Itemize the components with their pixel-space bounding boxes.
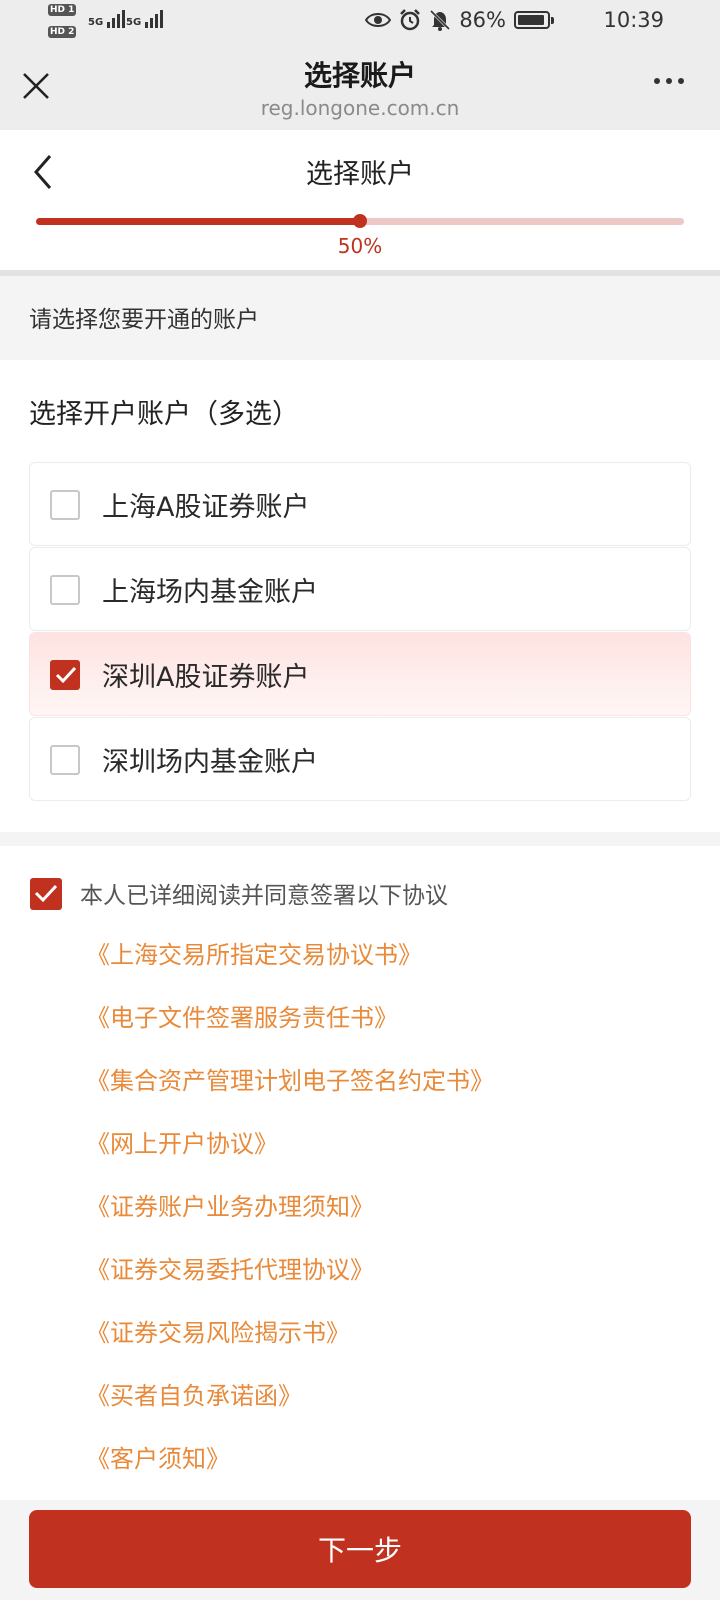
progress-bar bbox=[36, 214, 684, 228]
page-title: 选择账户 bbox=[306, 159, 414, 190]
more-dot-icon bbox=[666, 78, 672, 84]
network-2-label: 5G bbox=[126, 17, 142, 28]
battery-percent: 86% bbox=[459, 8, 506, 32]
agreement-doc-link[interactable]: 《证券交易委托代理协议》 bbox=[86, 1239, 494, 1302]
account-section: 选择开户账户（多选） 上海A股证券账户 上海场内基金账户 深圳A股证券账户 深圳… bbox=[0, 360, 720, 832]
clock: 10:39 bbox=[603, 8, 664, 32]
signal-bars-icon bbox=[144, 10, 163, 28]
status-icons: 86% bbox=[365, 8, 554, 32]
progress-fill bbox=[36, 218, 360, 225]
account-label: 深圳场内基金账户 bbox=[102, 747, 318, 778]
status-bar: HD 1 HD 2 5G 5G 86% 10:39 bbox=[0, 0, 720, 48]
account-label: 上海场内基金账户 bbox=[102, 577, 318, 608]
account-section-title: 选择开户账户（多选） bbox=[29, 399, 299, 430]
agreement-doc-link[interactable]: 《证券账户业务办理须知》 bbox=[86, 1176, 494, 1239]
account-item[interactable]: 深圳A股证券账户 bbox=[29, 632, 691, 716]
agreement-doc-link[interactable]: 《证券交易风险揭示书》 bbox=[86, 1302, 494, 1365]
browser-title: 选择账户 bbox=[303, 59, 416, 92]
agreement-doc-link[interactable]: 《买者自负承诺函》 bbox=[86, 1365, 494, 1428]
account-item[interactable]: 上海A股证券账户 bbox=[29, 462, 691, 546]
progress-indicator bbox=[353, 214, 367, 228]
alarm-icon bbox=[400, 9, 421, 31]
hint-text: 请选择您要开通的账户 bbox=[29, 307, 259, 333]
account-checkbox[interactable] bbox=[50, 660, 80, 690]
account-item[interactable]: 深圳场内基金账户 bbox=[29, 717, 691, 801]
account-list: 上海A股证券账户 上海场内基金账户 深圳A股证券账户 深圳场内基金账户 bbox=[29, 462, 691, 802]
progress-label: 50% bbox=[337, 234, 383, 258]
network-1: 5G bbox=[88, 10, 125, 28]
hint-row: 请选择您要开通的账户 bbox=[0, 276, 720, 360]
agreement-doc-list: 《上海交易所指定交易协议书》 《电子文件签署服务责任书》 《集合资产管理计划电子… bbox=[86, 924, 494, 1491]
check-icon bbox=[34, 884, 58, 903]
browser-bar: 选择账户 reg.longone.com.cn bbox=[0, 48, 720, 130]
hd2-badge: HD 2 bbox=[48, 26, 77, 38]
agreement-doc-link[interactable]: 《集合资产管理计划电子签名约定书》 bbox=[86, 1050, 494, 1113]
more-dot-icon bbox=[678, 78, 684, 84]
battery-icon bbox=[514, 11, 554, 29]
signal-bars-icon bbox=[106, 10, 125, 28]
account-item[interactable]: 上海场内基金账户 bbox=[29, 547, 691, 631]
agreement-doc-link[interactable]: 《客户须知》 bbox=[86, 1428, 494, 1491]
account-checkbox[interactable] bbox=[50, 490, 80, 520]
agreement-section: 本人已详细阅读并同意签署以下协议 《上海交易所指定交易协议书》 《电子文件签署服… bbox=[0, 846, 720, 1500]
next-step-button[interactable]: 下一步 bbox=[29, 1510, 691, 1588]
agreement-checkbox[interactable] bbox=[30, 878, 62, 910]
signal-sim1: HD 1 bbox=[48, 4, 77, 16]
account-checkbox[interactable] bbox=[50, 575, 80, 605]
network-2: 5G bbox=[126, 10, 163, 28]
more-dot-icon bbox=[654, 78, 660, 84]
signal-sim2: HD 2 bbox=[48, 26, 77, 38]
hd1-badge: HD 1 bbox=[48, 4, 77, 16]
eye-icon bbox=[365, 13, 392, 27]
footer: 下一步 bbox=[0, 1500, 720, 1600]
account-checkbox[interactable] bbox=[50, 745, 80, 775]
check-icon bbox=[55, 666, 77, 684]
agreement-text: 本人已详细阅读并同意签署以下协议 bbox=[80, 883, 448, 909]
account-label: 深圳A股证券账户 bbox=[102, 662, 310, 693]
account-label: 上海A股证券账户 bbox=[102, 492, 310, 523]
agreement-doc-link[interactable]: 《网上开户协议》 bbox=[86, 1113, 494, 1176]
network-1-label: 5G bbox=[88, 17, 104, 28]
agreement-doc-link[interactable]: 《上海交易所指定交易协议书》 bbox=[86, 924, 494, 987]
browser-url: reg.longone.com.cn bbox=[260, 96, 460, 120]
agreement-doc-link[interactable]: 《电子文件签署服务责任书》 bbox=[86, 987, 494, 1050]
bell-off-icon bbox=[430, 9, 451, 31]
more-button[interactable] bbox=[654, 78, 684, 84]
